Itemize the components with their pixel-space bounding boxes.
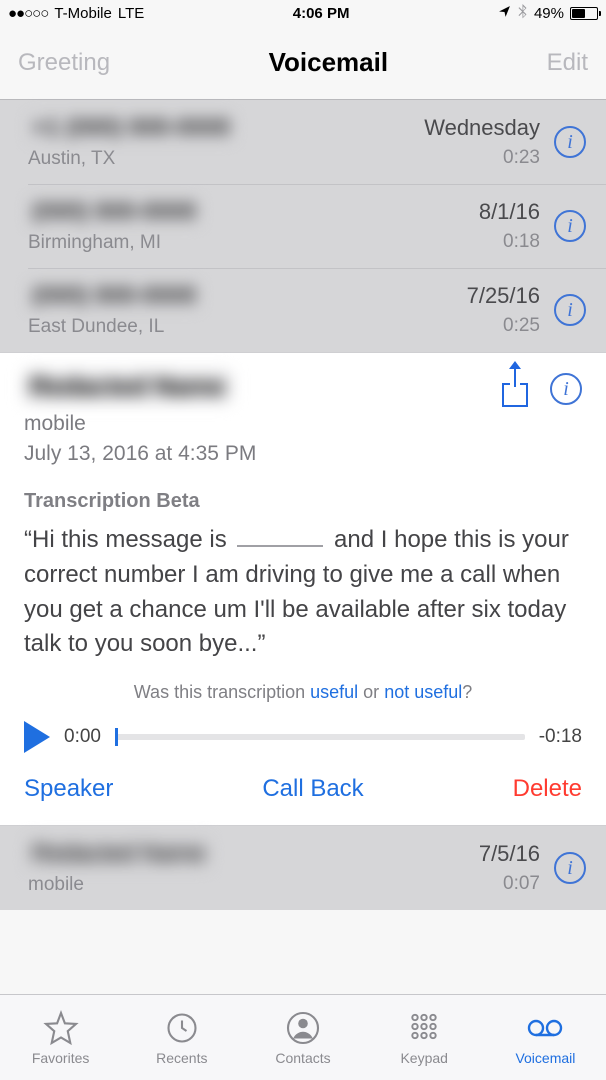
tab-label: Contacts	[275, 1050, 330, 1066]
caller-location: East Dundee, IL	[28, 316, 467, 338]
feedback-useful-link[interactable]: useful	[310, 682, 358, 702]
call-date: 7/5/16	[479, 841, 540, 867]
page-title: Voicemail	[269, 47, 388, 78]
info-icon[interactable]: i	[554, 126, 586, 158]
voicemail-row[interactable]: +1 (000) 000-0000 Austin, TX Wednesday 0…	[0, 100, 606, 184]
keypad-icon	[406, 1010, 442, 1046]
remaining-time: -0:18	[539, 726, 582, 748]
call-duration: 0:23	[424, 147, 540, 169]
tab-favorites[interactable]: Favorites	[0, 995, 121, 1080]
caller-location: mobile	[28, 874, 479, 896]
tab-bar: Favorites Recents Contacts Keypad Voicem…	[0, 994, 606, 1080]
bluetooth-icon	[517, 4, 528, 23]
caller-number: (000) 000-0000	[28, 198, 200, 226]
speaker-button[interactable]: Speaker	[24, 775, 113, 803]
audio-player: 0:00 -0:18	[24, 721, 582, 753]
feedback-prefix: Was this transcription	[134, 682, 310, 702]
redacted-word	[237, 525, 323, 547]
caller-number: +1 (000) 000-0000	[28, 114, 234, 142]
call-date: 7/25/16	[467, 283, 540, 309]
clock-icon	[164, 1010, 200, 1046]
edit-button[interactable]: Edit	[547, 49, 588, 77]
transcription-header: Transcription Beta	[24, 490, 582, 513]
call-date: Wednesday	[424, 115, 540, 141]
voicemail-list: +1 (000) 000-0000 Austin, TX Wednesday 0…	[0, 100, 606, 352]
voicemail-detail: Redacted Name mobile July 13, 2016 at 4:…	[0, 352, 606, 826]
info-icon[interactable]: i	[554, 852, 586, 884]
voicemail-row[interactable]: (000) 000-0000 East Dundee, IL 7/25/16 0…	[0, 268, 606, 352]
tab-label: Keypad	[400, 1050, 447, 1066]
call-duration: 0:25	[467, 315, 540, 337]
caller-label: mobile	[24, 412, 500, 436]
scrubber-track[interactable]	[115, 734, 525, 740]
info-icon[interactable]: i	[554, 294, 586, 326]
info-icon[interactable]: i	[550, 373, 582, 405]
tab-keypad[interactable]: Keypad	[364, 995, 485, 1080]
location-arrow-icon	[498, 5, 511, 21]
voicemail-icon	[527, 1010, 563, 1046]
tab-label: Recents	[156, 1050, 207, 1066]
share-icon[interactable]	[500, 371, 530, 407]
voicemail-list-after: Redacted Name mobile 7/5/16 0:07 i	[0, 826, 606, 910]
star-icon	[43, 1010, 79, 1046]
caller-location: Birmingham, MI	[28, 232, 479, 254]
nav-header: Greeting Voicemail Edit	[0, 26, 606, 100]
call-date: 8/1/16	[479, 199, 540, 225]
feedback-or: or	[358, 682, 384, 702]
tab-label: Voicemail	[515, 1050, 575, 1066]
call-datetime: July 13, 2016 at 4:35 PM	[24, 442, 500, 466]
voicemail-row[interactable]: (000) 000-0000 Birmingham, MI 8/1/16 0:1…	[0, 184, 606, 268]
voicemail-row[interactable]: Redacted Name mobile 7/5/16 0:07 i	[0, 826, 606, 910]
delete-button[interactable]: Delete	[513, 775, 582, 803]
callback-button[interactable]: Call Back	[262, 775, 363, 803]
tab-label: Favorites	[32, 1050, 90, 1066]
tab-voicemail[interactable]: Voicemail	[485, 995, 606, 1080]
transcription-feedback: Was this transcription useful or not use…	[24, 682, 582, 703]
greeting-button[interactable]: Greeting	[18, 49, 110, 77]
transcription-prefix: “Hi this message is	[24, 526, 233, 553]
call-duration: 0:18	[479, 231, 540, 253]
tab-contacts[interactable]: Contacts	[242, 995, 363, 1080]
call-duration: 0:07	[479, 873, 540, 895]
clock: 4:06 PM	[293, 5, 350, 22]
playhead-icon[interactable]	[115, 728, 118, 746]
caller-number: Redacted Name	[28, 840, 209, 868]
transcription-text: “Hi this message is and I hope this is y…	[24, 523, 582, 662]
battery-icon	[570, 7, 598, 20]
voicemail-actions: Speaker Call Back Delete	[24, 753, 582, 825]
caller-number: (000) 000-0000	[28, 282, 200, 310]
battery-percent: 49%	[534, 5, 564, 22]
play-icon[interactable]	[24, 721, 50, 753]
carrier-label: T-Mobile	[54, 5, 112, 22]
tab-recents[interactable]: Recents	[121, 995, 242, 1080]
network-label: LTE	[118, 5, 144, 22]
info-icon[interactable]: i	[554, 210, 586, 242]
caller-name: Redacted Name	[24, 371, 231, 402]
contact-icon	[285, 1010, 321, 1046]
feedback-q: ?	[462, 682, 472, 702]
signal-dots-icon: ●●○○○	[8, 5, 48, 22]
elapsed-time: 0:00	[64, 726, 101, 748]
feedback-not-useful-link[interactable]: not useful	[384, 682, 462, 702]
caller-location: Austin, TX	[28, 148, 424, 170]
status-bar: ●●○○○ T-Mobile LTE 4:06 PM 49%	[0, 0, 606, 26]
